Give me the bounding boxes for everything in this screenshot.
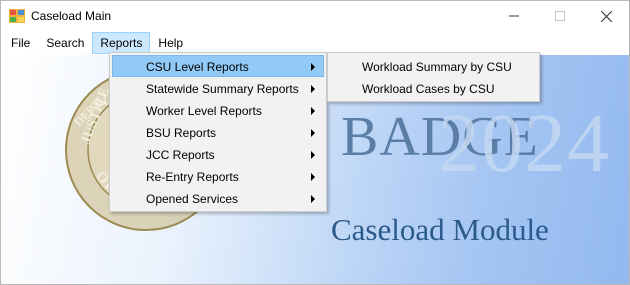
menu-item-re-entry-reports[interactable]: Re-Entry Reports (112, 165, 324, 187)
submenu-arrow-icon (311, 107, 315, 115)
close-button[interactable] (583, 1, 629, 31)
menu-item-jcc-reports[interactable]: JCC Reports (112, 143, 324, 165)
submenu-arrow-icon (311, 63, 315, 71)
submenu-arrow-icon (311, 173, 315, 181)
reports-dropdown-menu: CSU Level Reports Statewide Summary Repo… (109, 52, 327, 212)
menu-item-label: Worker Level Reports (146, 104, 262, 118)
maximize-button[interactable] (537, 1, 583, 31)
submenu-arrow-icon (311, 129, 315, 137)
menu-item-bsu-reports[interactable]: BSU Reports (112, 121, 324, 143)
menu-file[interactable]: File (3, 32, 38, 54)
menu-item-label: Opened Services (146, 192, 239, 206)
window-title: Caseload Main (31, 9, 112, 23)
menu-item-label: JCC Reports (146, 148, 215, 162)
menu-search[interactable]: Search (38, 32, 92, 54)
menu-item-workload-cases-by-csu[interactable]: Workload Cases by CSU (330, 77, 537, 99)
menu-help[interactable]: Help (150, 32, 191, 54)
menu-item-statewide-summary-reports[interactable]: Statewide Summary Reports (112, 77, 324, 99)
menu-reports[interactable]: Reports (92, 32, 151, 54)
maximize-icon (555, 11, 565, 21)
app-icon (9, 9, 25, 23)
module-title: Caseload Module (331, 212, 549, 247)
close-icon (600, 10, 612, 22)
submenu-arrow-icon (311, 151, 315, 159)
menu-item-csu-level-reports[interactable]: CSU Level Reports (112, 55, 324, 77)
menu-item-opened-services[interactable]: Opened Services (112, 187, 324, 209)
csu-level-submenu: Workload Summary by CSU Workload Cases b… (327, 52, 540, 102)
caseload-main-window: Caseload Main File Search Reports Help V… (0, 0, 630, 285)
minimize-button[interactable] (491, 1, 537, 31)
badge-year-text: 2024 (438, 97, 610, 190)
title-bar[interactable]: Caseload Main (1, 1, 629, 31)
minimize-icon (509, 15, 519, 17)
submenu-arrow-icon (311, 85, 315, 93)
menu-item-label: BSU Reports (146, 126, 217, 140)
menu-item-label: CSU Level Reports (146, 60, 249, 74)
menu-item-worker-level-reports[interactable]: Worker Level Reports (112, 99, 324, 121)
menu-item-label: Statewide Summary Reports (146, 82, 299, 96)
submenu-arrow-icon (311, 195, 315, 203)
menu-item-label: Re-Entry Reports (146, 170, 239, 184)
menu-item-workload-summary-by-csu[interactable]: Workload Summary by CSU (330, 55, 537, 77)
